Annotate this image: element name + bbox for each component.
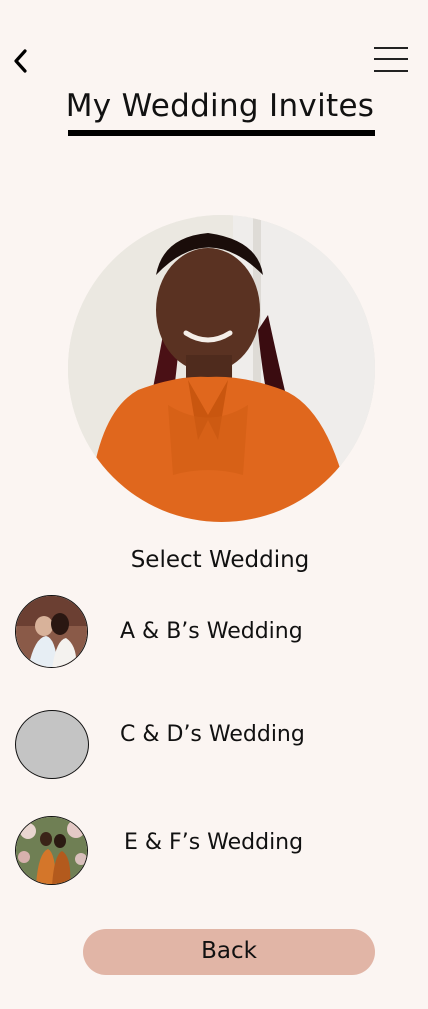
back-button[interactable]: Back [83,929,375,975]
wedding-avatar-c-d[interactable] [15,710,89,779]
profile-photo [68,215,375,522]
wedding-avatar-e-f[interactable] [15,816,88,885]
title-underline [68,130,375,136]
back-chevron-icon[interactable] [10,48,32,74]
page-title: My Wedding Invites [65,88,375,124]
wedding-label-c-d[interactable]: C & D’s Wedding [120,722,305,747]
wedding-label-e-f[interactable]: E & F’s Wedding [124,830,303,855]
select-wedding-label: Select Wedding [130,547,310,573]
wedding-label-a-b[interactable]: A & B’s Wedding [120,619,303,644]
hamburger-menu-icon[interactable] [372,44,412,76]
wedding-avatar-a-b[interactable] [15,595,88,668]
